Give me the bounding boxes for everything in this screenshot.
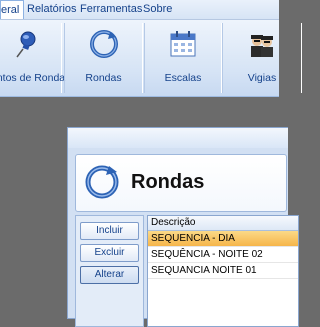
ribbon-label: Escalas bbox=[164, 72, 202, 84]
menu-geral[interactable]: eral bbox=[0, 0, 25, 19]
edit-button[interactable]: Alterar bbox=[80, 266, 139, 284]
menu-sobre[interactable]: Sobre bbox=[143, 3, 172, 15]
page-title: Rondas bbox=[131, 171, 205, 193]
ribbon-button-escalas[interactable]: Escalas bbox=[144, 23, 222, 93]
menu-bar: eral Relatórios Ferramentas Sobre bbox=[0, 0, 279, 20]
refresh-circle-icon bbox=[89, 30, 118, 58]
rondas-grid: Descrição SEQUENCIA - DIA SEQUÊNCIA - NO… bbox=[147, 215, 299, 327]
ribbon-label: ontos de Ronda bbox=[0, 72, 66, 84]
refresh-circle-icon bbox=[85, 165, 119, 199]
menu-ferramentas[interactable]: Ferramentas bbox=[80, 3, 142, 15]
delete-button[interactable]: Excluir bbox=[80, 244, 139, 262]
ribbon-button-rondas[interactable]: Rondas bbox=[64, 23, 143, 93]
ribbon-label: Vigias bbox=[247, 72, 277, 84]
table-row[interactable]: SEQUÊNCIA - NOITE 02 bbox=[148, 247, 298, 263]
action-panel: Incluir Excluir Alterar bbox=[75, 215, 144, 327]
window-title-bar[interactable] bbox=[68, 128, 288, 148]
table-row[interactable]: SEQUANCIA NOITE 01 bbox=[148, 263, 298, 279]
column-header-descricao[interactable]: Descrição bbox=[148, 216, 298, 231]
ribbon-button-pontos-de-ronda[interactable]: ontos de Ronda bbox=[0, 23, 66, 93]
include-button[interactable]: Incluir bbox=[80, 222, 139, 240]
menu-relatorios[interactable]: Relatórios bbox=[27, 3, 77, 15]
calendar-icon bbox=[170, 31, 196, 57]
guards-icon bbox=[251, 35, 273, 57]
form-header: Rondas bbox=[75, 154, 287, 212]
ribbon-button-vigias[interactable]: Vigias bbox=[222, 23, 302, 93]
rondas-window: Rondas Incluir Excluir Alterar Descrição… bbox=[67, 127, 299, 327]
ribbon-toolbar: ontos de Ronda Rondas Escalas bbox=[0, 20, 302, 97]
ribbon-label: Rondas bbox=[85, 72, 122, 84]
pushpin-icon bbox=[16, 31, 36, 58]
table-row[interactable]: SEQUENCIA - DIA bbox=[148, 231, 298, 247]
